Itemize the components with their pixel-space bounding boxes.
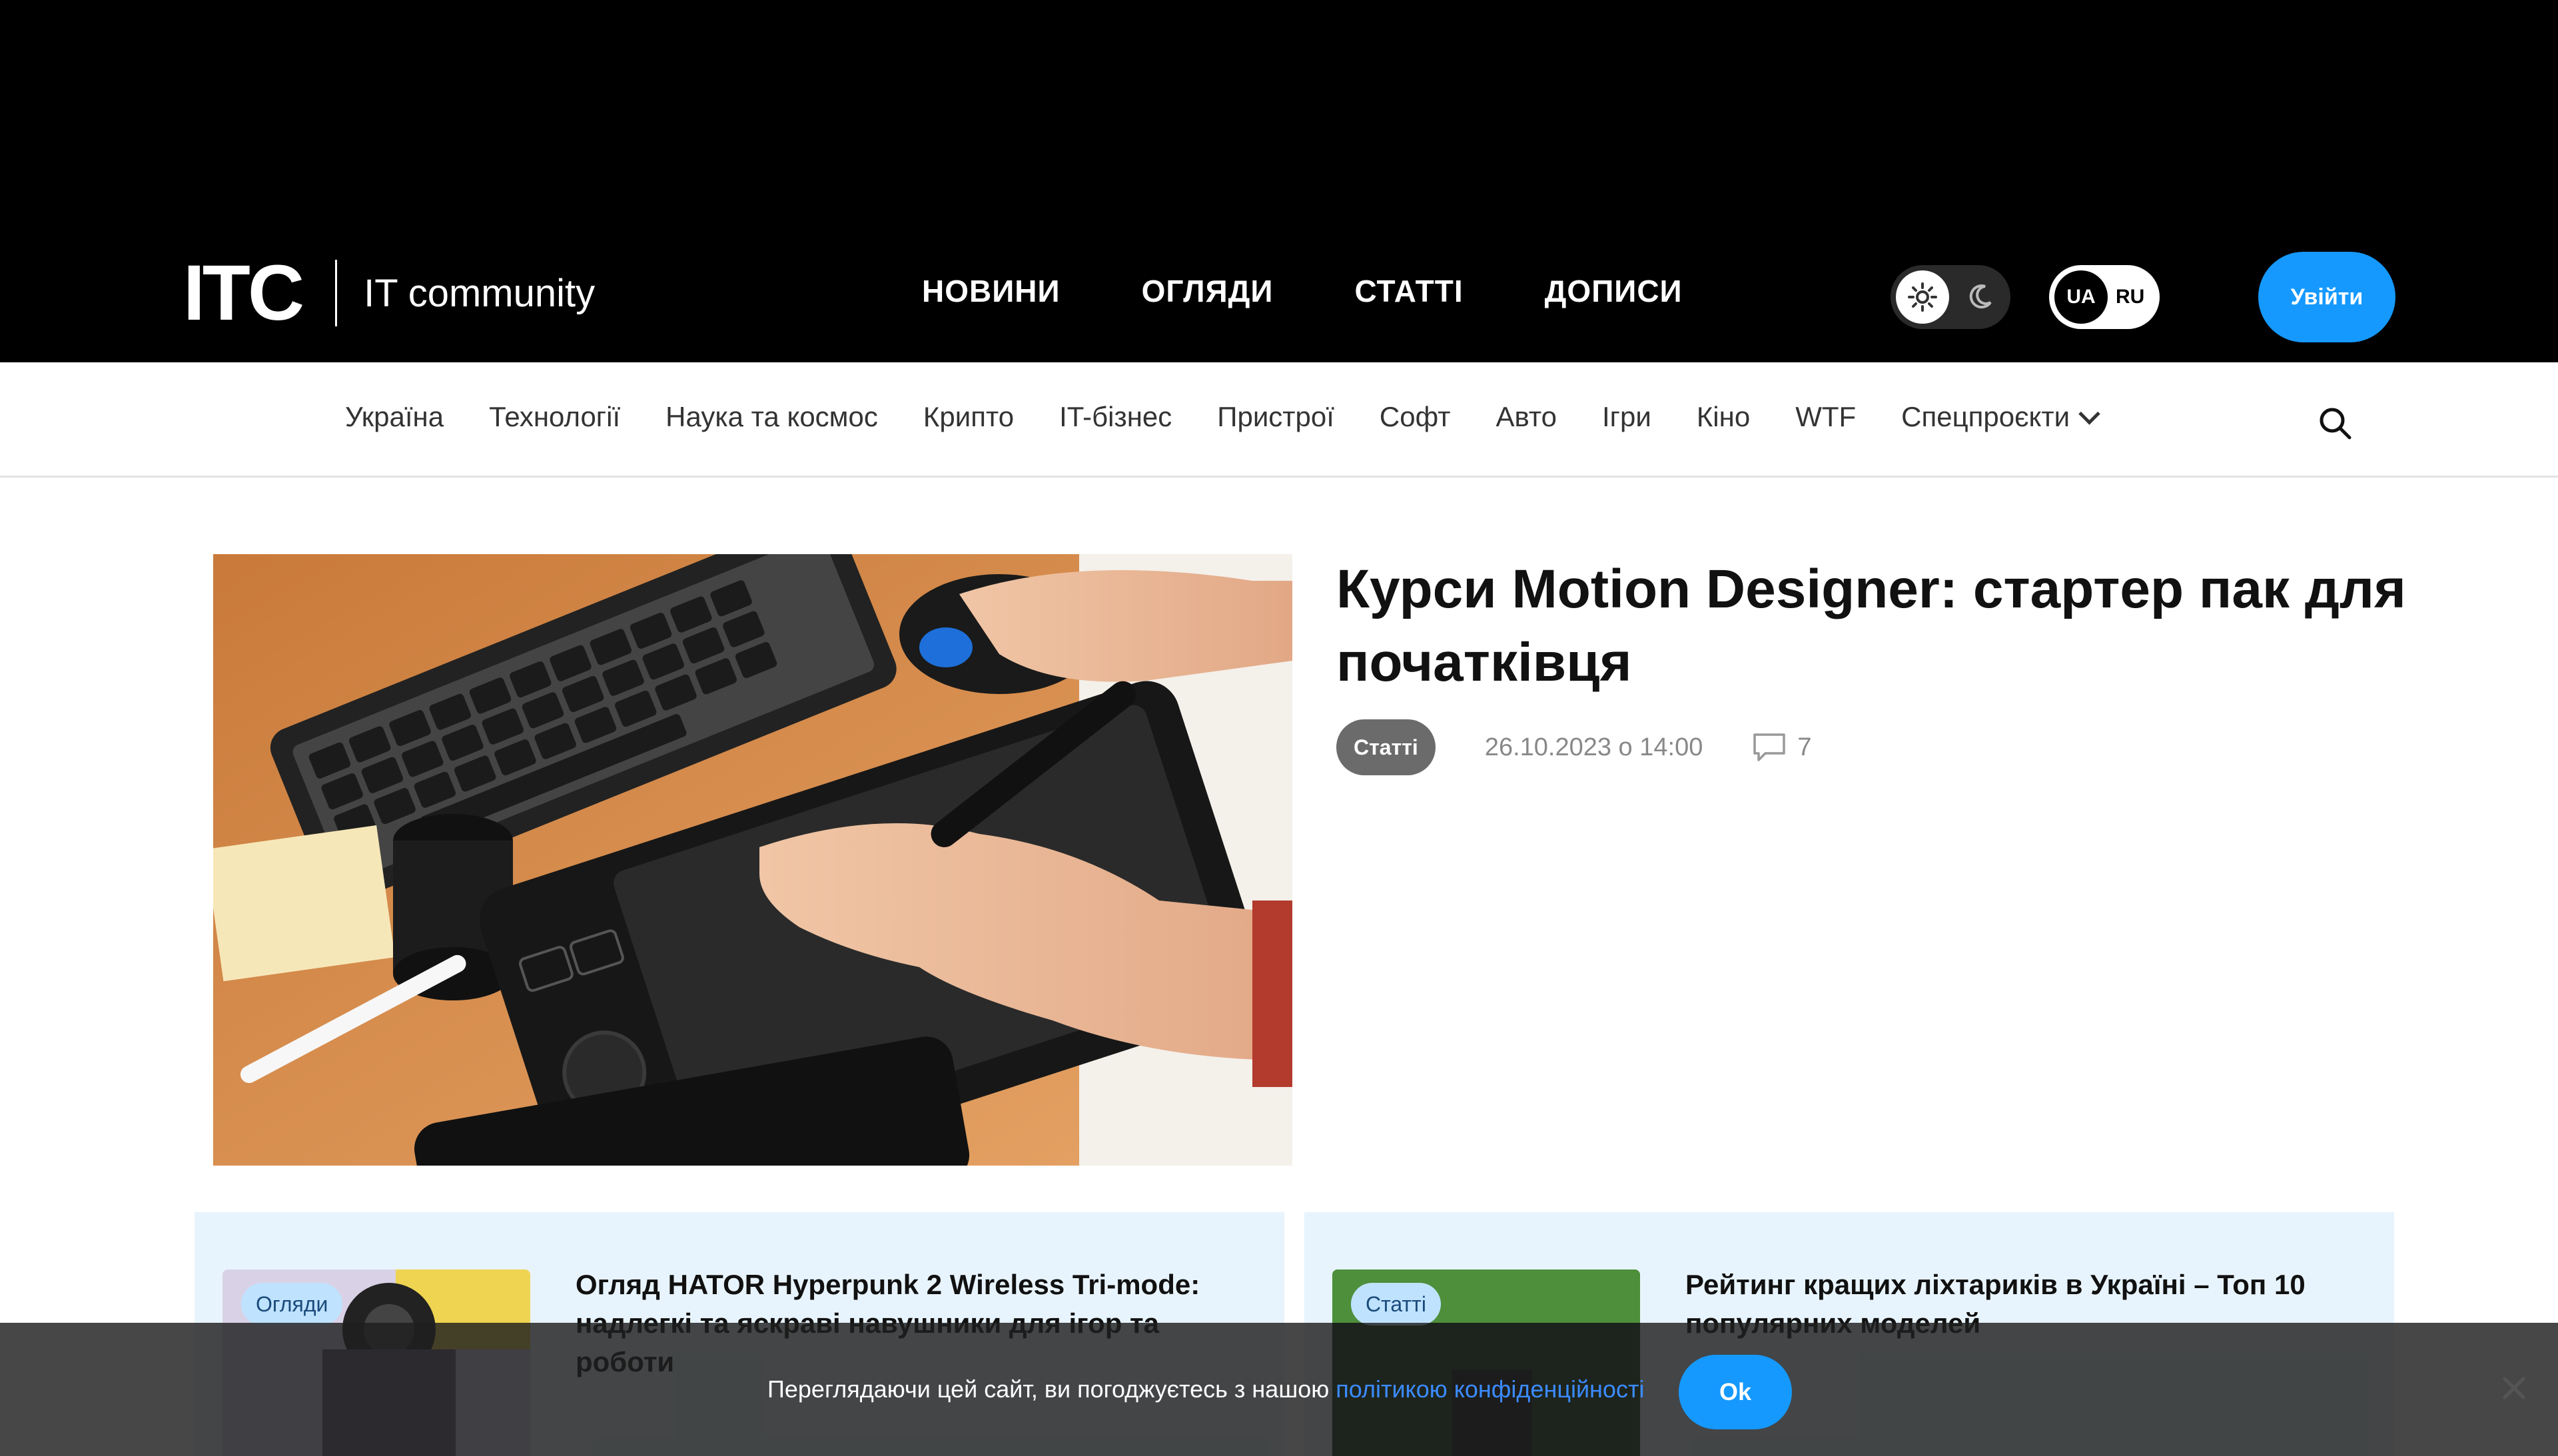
category-special-projects[interactable]: Спецпроєкти bbox=[1901, 401, 2100, 433]
card-category-tag[interactable]: Огляди bbox=[241, 1283, 343, 1325]
category-games[interactable]: Ігри bbox=[1602, 401, 1651, 433]
category-it-business[interactable]: IT-бізнес bbox=[1059, 401, 1172, 433]
nav-news[interactable]: НОВИНИ bbox=[922, 273, 1061, 309]
close-icon[interactable] bbox=[2499, 1373, 2529, 1403]
category-crypto[interactable]: Крипто bbox=[923, 401, 1014, 433]
privacy-policy-link[interactable]: політикою конфіденційності bbox=[1336, 1375, 1644, 1403]
logo-mark: ITC bbox=[183, 249, 304, 337]
category-auto[interactable]: Авто bbox=[1495, 401, 1557, 433]
nav-posts[interactable]: ДОПИСИ bbox=[1545, 273, 1683, 309]
category-devices[interactable]: Пристрої bbox=[1217, 401, 1334, 433]
cookie-message: Переглядаючи цей сайт, ви погоджуєтесь з… bbox=[767, 1375, 1644, 1403]
moon-icon bbox=[1969, 284, 1992, 309]
category-technology[interactable]: Технології bbox=[489, 401, 620, 433]
hero-image[interactable] bbox=[213, 554, 1292, 1166]
search-icon[interactable] bbox=[2317, 405, 2353, 441]
card-category-tag[interactable]: Статті bbox=[1351, 1283, 1441, 1325]
category-list: Україна Технології Наука та космос Крипт… bbox=[345, 401, 2142, 433]
theme-toggle[interactable] bbox=[1891, 265, 2010, 329]
cookie-text: Переглядаючи цей сайт, ви погоджуєтесь з… bbox=[767, 1375, 1336, 1403]
comment-icon bbox=[1753, 733, 1786, 761]
lang-ru[interactable]: RU bbox=[2116, 270, 2144, 324]
hero-comment-count: 7 bbox=[1797, 733, 1812, 761]
category-software[interactable]: Софт bbox=[1380, 401, 1451, 433]
site-logo[interactable]: ITC IT community bbox=[183, 249, 596, 337]
category-science-space[interactable]: Наука та космос bbox=[665, 401, 878, 433]
hero-illustration bbox=[213, 554, 1292, 1166]
logo-text: IT community bbox=[364, 271, 596, 315]
category-cinema[interactable]: Кіно bbox=[1697, 401, 1750, 433]
language-toggle[interactable]: UA RU bbox=[2049, 265, 2160, 329]
category-wtf[interactable]: WTF bbox=[1795, 401, 1856, 433]
special-projects-label: Спецпроєкти bbox=[1901, 401, 2070, 432]
category-ukraine[interactable]: Україна bbox=[345, 401, 444, 433]
top-banner bbox=[0, 0, 2558, 240]
login-button[interactable]: Увійти bbox=[2258, 252, 2395, 342]
nav-articles[interactable]: СТАТТІ bbox=[1354, 273, 1463, 309]
logo-divider bbox=[335, 260, 338, 326]
cookie-ok-button[interactable]: Ok bbox=[1679, 1355, 1792, 1429]
hero-title[interactable]: Курси Motion Designer: стартер пак для п… bbox=[1336, 553, 2415, 699]
main-nav: НОВИНИ ОГЛЯДИ СТАТТІ ДОПИСИ bbox=[922, 273, 1764, 309]
sun-icon bbox=[1908, 282, 1937, 312]
hero-category-tag[interactable]: Статті bbox=[1336, 719, 1436, 775]
lang-ua[interactable]: UA bbox=[2054, 270, 2108, 324]
chevron-down-icon bbox=[2078, 402, 2100, 425]
nav-reviews[interactable]: ОГЛЯДИ bbox=[1142, 273, 1274, 309]
hero-date: 26.10.2023 о 14:00 bbox=[1484, 733, 1703, 761]
hero-meta: Статті 26.10.2023 о 14:00 7 bbox=[1336, 719, 1811, 775]
